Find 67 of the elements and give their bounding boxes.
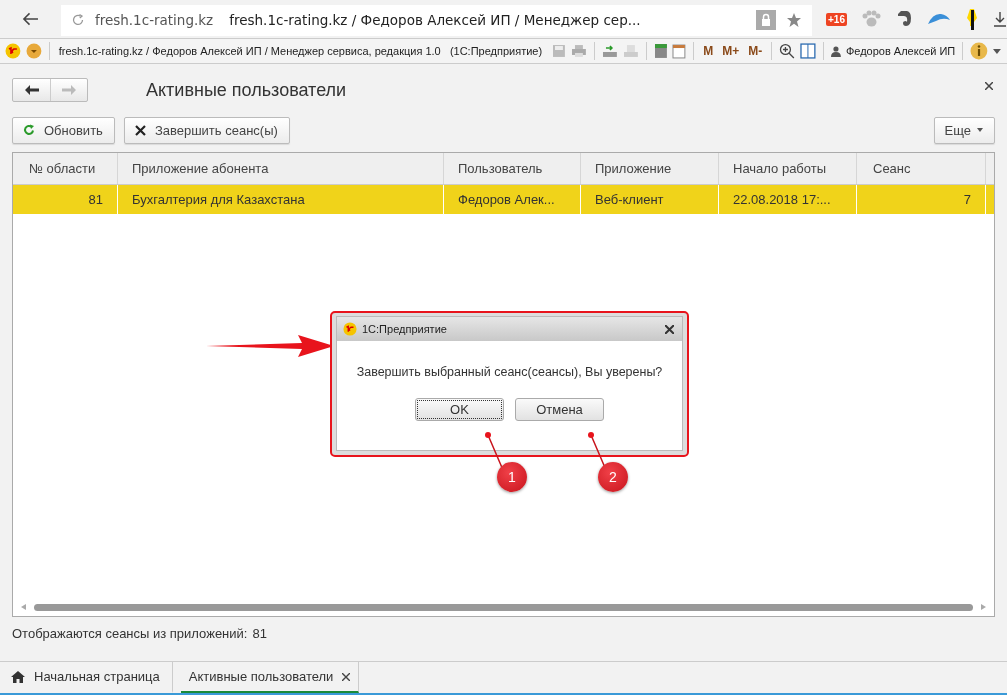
window-tab[interactable]: Начальная страница (0, 662, 173, 693)
memory-button[interactable]: M (701, 44, 716, 58)
form-title: Активные пользователи (146, 79, 347, 101)
close-icon[interactable] (665, 324, 674, 334)
column-header[interactable]: Начало работы (719, 153, 857, 184)
column-header[interactable]: Пользователь (444, 153, 581, 184)
zoom-icon[interactable] (779, 43, 796, 59)
memory-button[interactable]: M+ (720, 44, 742, 58)
page-title: fresh.1c-rating.kz / Федоров Алексей ИП / Менеджер сер... (229, 12, 641, 28)
calculator-icon[interactable] (653, 43, 668, 59)
caret-icon[interactable] (993, 48, 1001, 54)
tab-label: Начальная страница (34, 669, 160, 684)
table-cell: Федоров Алек... (444, 185, 581, 214)
info-icon[interactable] (970, 42, 989, 60)
scrollbar-thumb[interactable] (34, 603, 973, 611)
column-header[interactable]: № области (13, 153, 118, 184)
table-row[interactable]: 81 Бухгалтерия для Казахстана Федоров Алек... Веб-клиент 22.08.2018 17:... 7 (13, 185, 994, 214)
user-name[interactable]: Федоров Алексей ИП (845, 45, 956, 57)
table-cell: Веб-клиент (581, 185, 719, 214)
star-icon[interactable] (786, 12, 803, 28)
lock-icon[interactable] (756, 10, 777, 30)
reload-icon[interactable] (70, 13, 85, 27)
panel-icon[interactable] (800, 43, 816, 59)
app-logo-icon (343, 322, 357, 336)
more-button[interactable]: Еще (933, 116, 995, 144)
scroll-left-icon[interactable] (21, 604, 26, 610)
refresh-icon (23, 124, 35, 136)
ok-button[interactable]: OK (415, 398, 504, 421)
download-icon[interactable] (993, 11, 1007, 27)
calendar-icon[interactable] (672, 43, 687, 59)
close-icon (134, 124, 146, 136)
cancel-button[interactable]: Отмена (515, 398, 604, 421)
print-icon[interactable] (571, 44, 587, 58)
home-icon (11, 670, 25, 683)
dialog-message: Завершить выбранный сеанс(сеансы), Вы уверены? (356, 365, 663, 379)
user-icon (831, 45, 841, 57)
close-icon[interactable] (985, 82, 993, 90)
left-arrow-icon (24, 85, 39, 95)
column-header[interactable]: Приложение (581, 153, 719, 184)
table-cell: 81 (13, 185, 118, 214)
bulb-icon[interactable] (965, 8, 979, 30)
footer-value: 81 (252, 625, 267, 641)
footer-label: Отображаются сеансы из приложений: (12, 625, 248, 641)
table-cell: Бухгалтерия для Казахстана (118, 185, 444, 214)
send-document-icon[interactable] (601, 44, 618, 58)
table-cell: 7 (857, 185, 986, 214)
back-icon[interactable] (22, 12, 39, 26)
scroll-right-icon[interactable] (981, 604, 986, 610)
caret-icon (977, 128, 983, 132)
app-logo-icon[interactable] (5, 43, 21, 59)
refresh-button[interactable]: Обновить (12, 116, 115, 144)
right-arrow-icon (62, 85, 76, 95)
dialog-title: 1С:Предприятие (362, 323, 447, 335)
dropdown-icon[interactable] (25, 43, 42, 59)
close-icon[interactable] (342, 672, 351, 681)
column-header[interactable]: Приложение абонента (118, 153, 444, 184)
memory-button[interactable]: M- (746, 44, 765, 58)
extension-badge[interactable]: +16 (826, 12, 847, 26)
end-session-button[interactable]: Завершить сеанс(ы) (123, 116, 290, 144)
address-host: fresh.1c-rating.kz (94, 12, 214, 28)
window-tab[interactable]: Активные пользователи (180, 662, 360, 693)
cloud-icon[interactable] (927, 12, 951, 26)
table-cell: 22.08.2018 17:... (719, 185, 857, 214)
column-header[interactable]: Сеанс (857, 153, 986, 184)
address-bar[interactable]: fresh.1c-rating.kz fresh.1c-rating.kz / Федоров Алексей ИП / Менеджер сер... (60, 4, 813, 36)
tab-label: Активные пользователи (188, 669, 334, 684)
app-title: fresh.1c-rating.kz / Федоров Алексей ИП / Менеджер сервиса, редакция 1.0 (1С:Предприятие) (58, 45, 543, 57)
